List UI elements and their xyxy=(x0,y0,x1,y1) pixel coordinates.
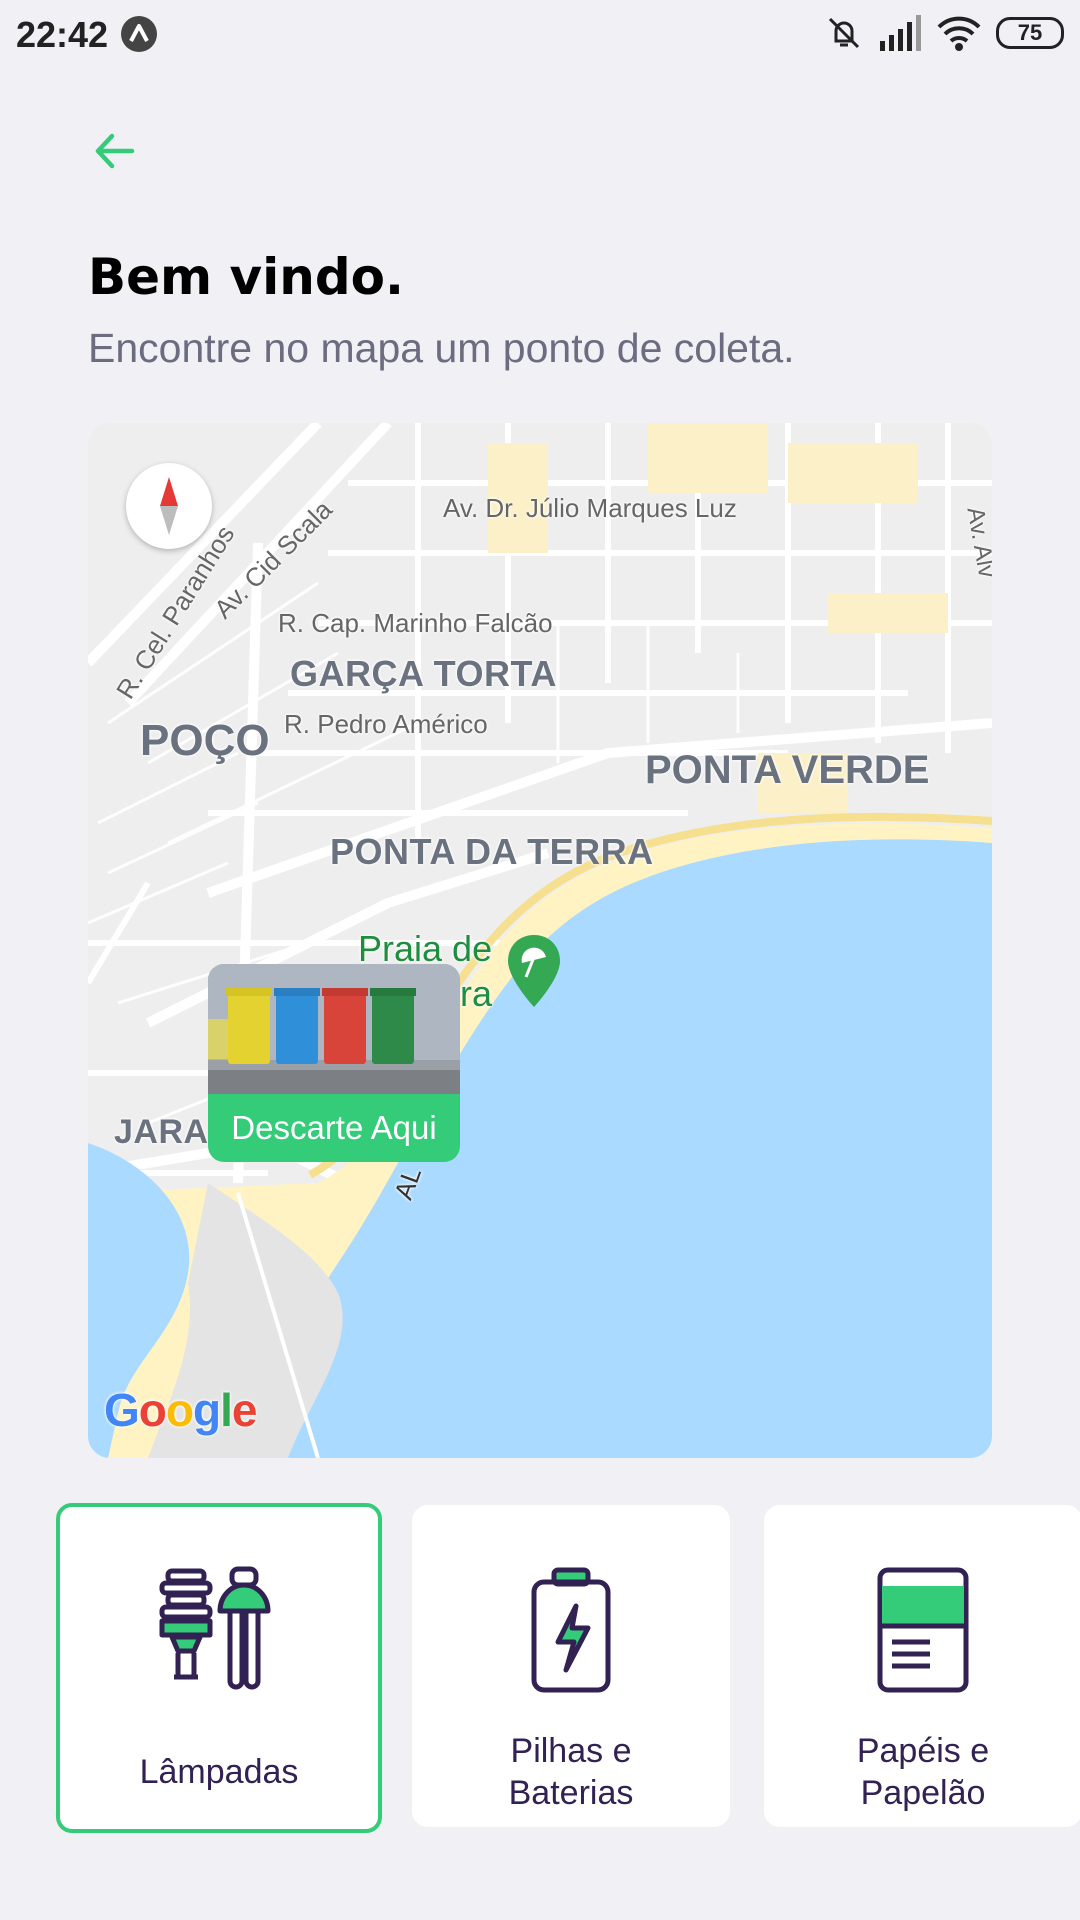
map-label-jara: JARA xyxy=(114,1113,209,1151)
marker-label: Descarte Aqui xyxy=(231,1109,437,1146)
map-label-r-pedro: R. Pedro Américo xyxy=(284,709,488,739)
lamps-icon xyxy=(159,1566,271,1690)
item-label-line-2: Papelão xyxy=(860,1774,986,1812)
map-label-r-cap: R. Cap. Marinho Falcão xyxy=(278,608,553,638)
map-view[interactable]: Av. Dr. Júlio Marques Luz Av. Cid Scala … xyxy=(88,423,992,1458)
app-notification-icon xyxy=(121,16,157,52)
compass-icon[interactable] xyxy=(126,463,212,549)
battery-icon: 75 xyxy=(996,17,1064,49)
page-title: Bem vindo. xyxy=(88,248,404,306)
status-icons: 75 xyxy=(824,12,1064,54)
item-label-line-1: Pilhas e xyxy=(510,1732,632,1770)
wifi-icon xyxy=(937,16,981,51)
status-time: 22:42 xyxy=(16,14,109,55)
map-label-praia-2: ra xyxy=(460,973,493,1014)
back-arrow-icon[interactable] xyxy=(88,124,142,178)
paper-icon xyxy=(877,1567,969,1693)
item-label-line-1: Papéis e xyxy=(856,1732,990,1770)
item-label-line-2: Baterias xyxy=(508,1774,634,1812)
status-bar: 22:42 75 xyxy=(0,0,1080,66)
collection-point-marker[interactable]: Descarte Aqui xyxy=(208,964,460,1162)
map-label-poco: POÇO xyxy=(140,716,270,765)
battery-charge-icon xyxy=(531,1567,611,1693)
map-label-av-julio: Av. Dr. Júlio Marques Luz xyxy=(443,493,737,523)
map-label-garca-torta: GARÇA TORTA xyxy=(290,653,557,694)
signal-icon xyxy=(880,15,921,51)
marker-photo xyxy=(208,964,460,1094)
google-logo: Google xyxy=(104,1384,257,1436)
item-pilhas-baterias[interactable]: Pilhas e Baterias xyxy=(412,1505,730,1827)
item-papeis-papelao[interactable]: Papéis e Papelão xyxy=(764,1505,1080,1827)
battery-level: 75 xyxy=(1017,20,1043,45)
map-label-ponta-verde: PONTA VERDE xyxy=(645,748,930,792)
map-label-ponta-da-terra: PONTA DA TERRA xyxy=(330,831,654,872)
page-subtitle: Encontre no mapa um ponto de coleta. xyxy=(88,325,795,371)
items-carousel[interactable]: Lâmpadas Pilhas e Baterias Papéis e Pape… xyxy=(56,1503,1080,1833)
mute-icon xyxy=(828,17,860,49)
beach-poi-pin-icon[interactable] xyxy=(506,933,562,1009)
item-label: Lâmpadas xyxy=(139,1753,299,1791)
item-lampadas[interactable]: Lâmpadas xyxy=(56,1503,382,1833)
